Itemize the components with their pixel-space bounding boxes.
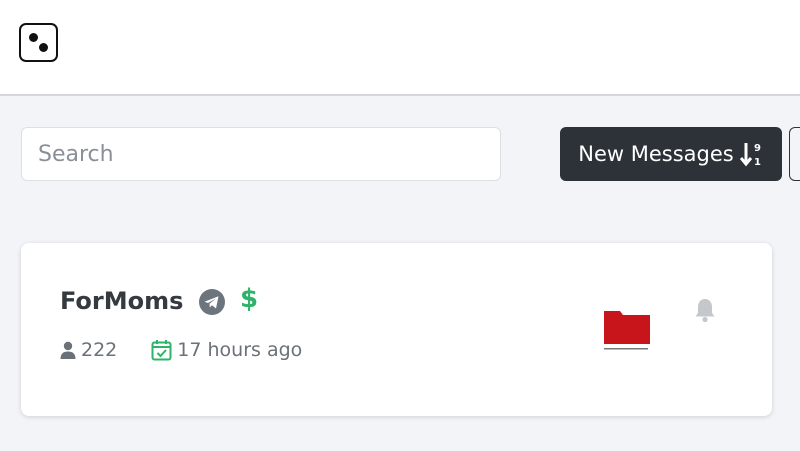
subscriber-count: 222 xyxy=(81,339,118,361)
channel-meta: 222 17 hours ago xyxy=(60,339,302,361)
sort-new-messages-button[interactable]: New Messages 9 1 xyxy=(560,127,782,181)
channel-card[interactable]: ForMoms $ 222 17 hours ago xyxy=(21,243,772,416)
top-navbar xyxy=(0,0,800,96)
next-toolbar-button[interactable] xyxy=(789,127,800,181)
search-input[interactable] xyxy=(21,127,501,181)
bell-icon[interactable] xyxy=(693,297,717,323)
calendar-check-icon xyxy=(151,340,172,361)
dice-logo-icon[interactable] xyxy=(19,23,58,62)
svg-text:1: 1 xyxy=(754,157,761,168)
red-folder-thumbnail[interactable] xyxy=(602,308,652,354)
channel-name[interactable]: ForMoms xyxy=(60,287,183,315)
sort-button-label: New Messages xyxy=(578,142,734,166)
dollar-icon: $ xyxy=(240,284,259,314)
last-post-time: 17 hours ago xyxy=(177,339,303,361)
telegram-icon xyxy=(199,289,225,315)
user-icon xyxy=(60,341,76,359)
sort-numeric-desc-icon: 9 1 xyxy=(739,143,761,168)
svg-text:9: 9 xyxy=(754,143,761,154)
